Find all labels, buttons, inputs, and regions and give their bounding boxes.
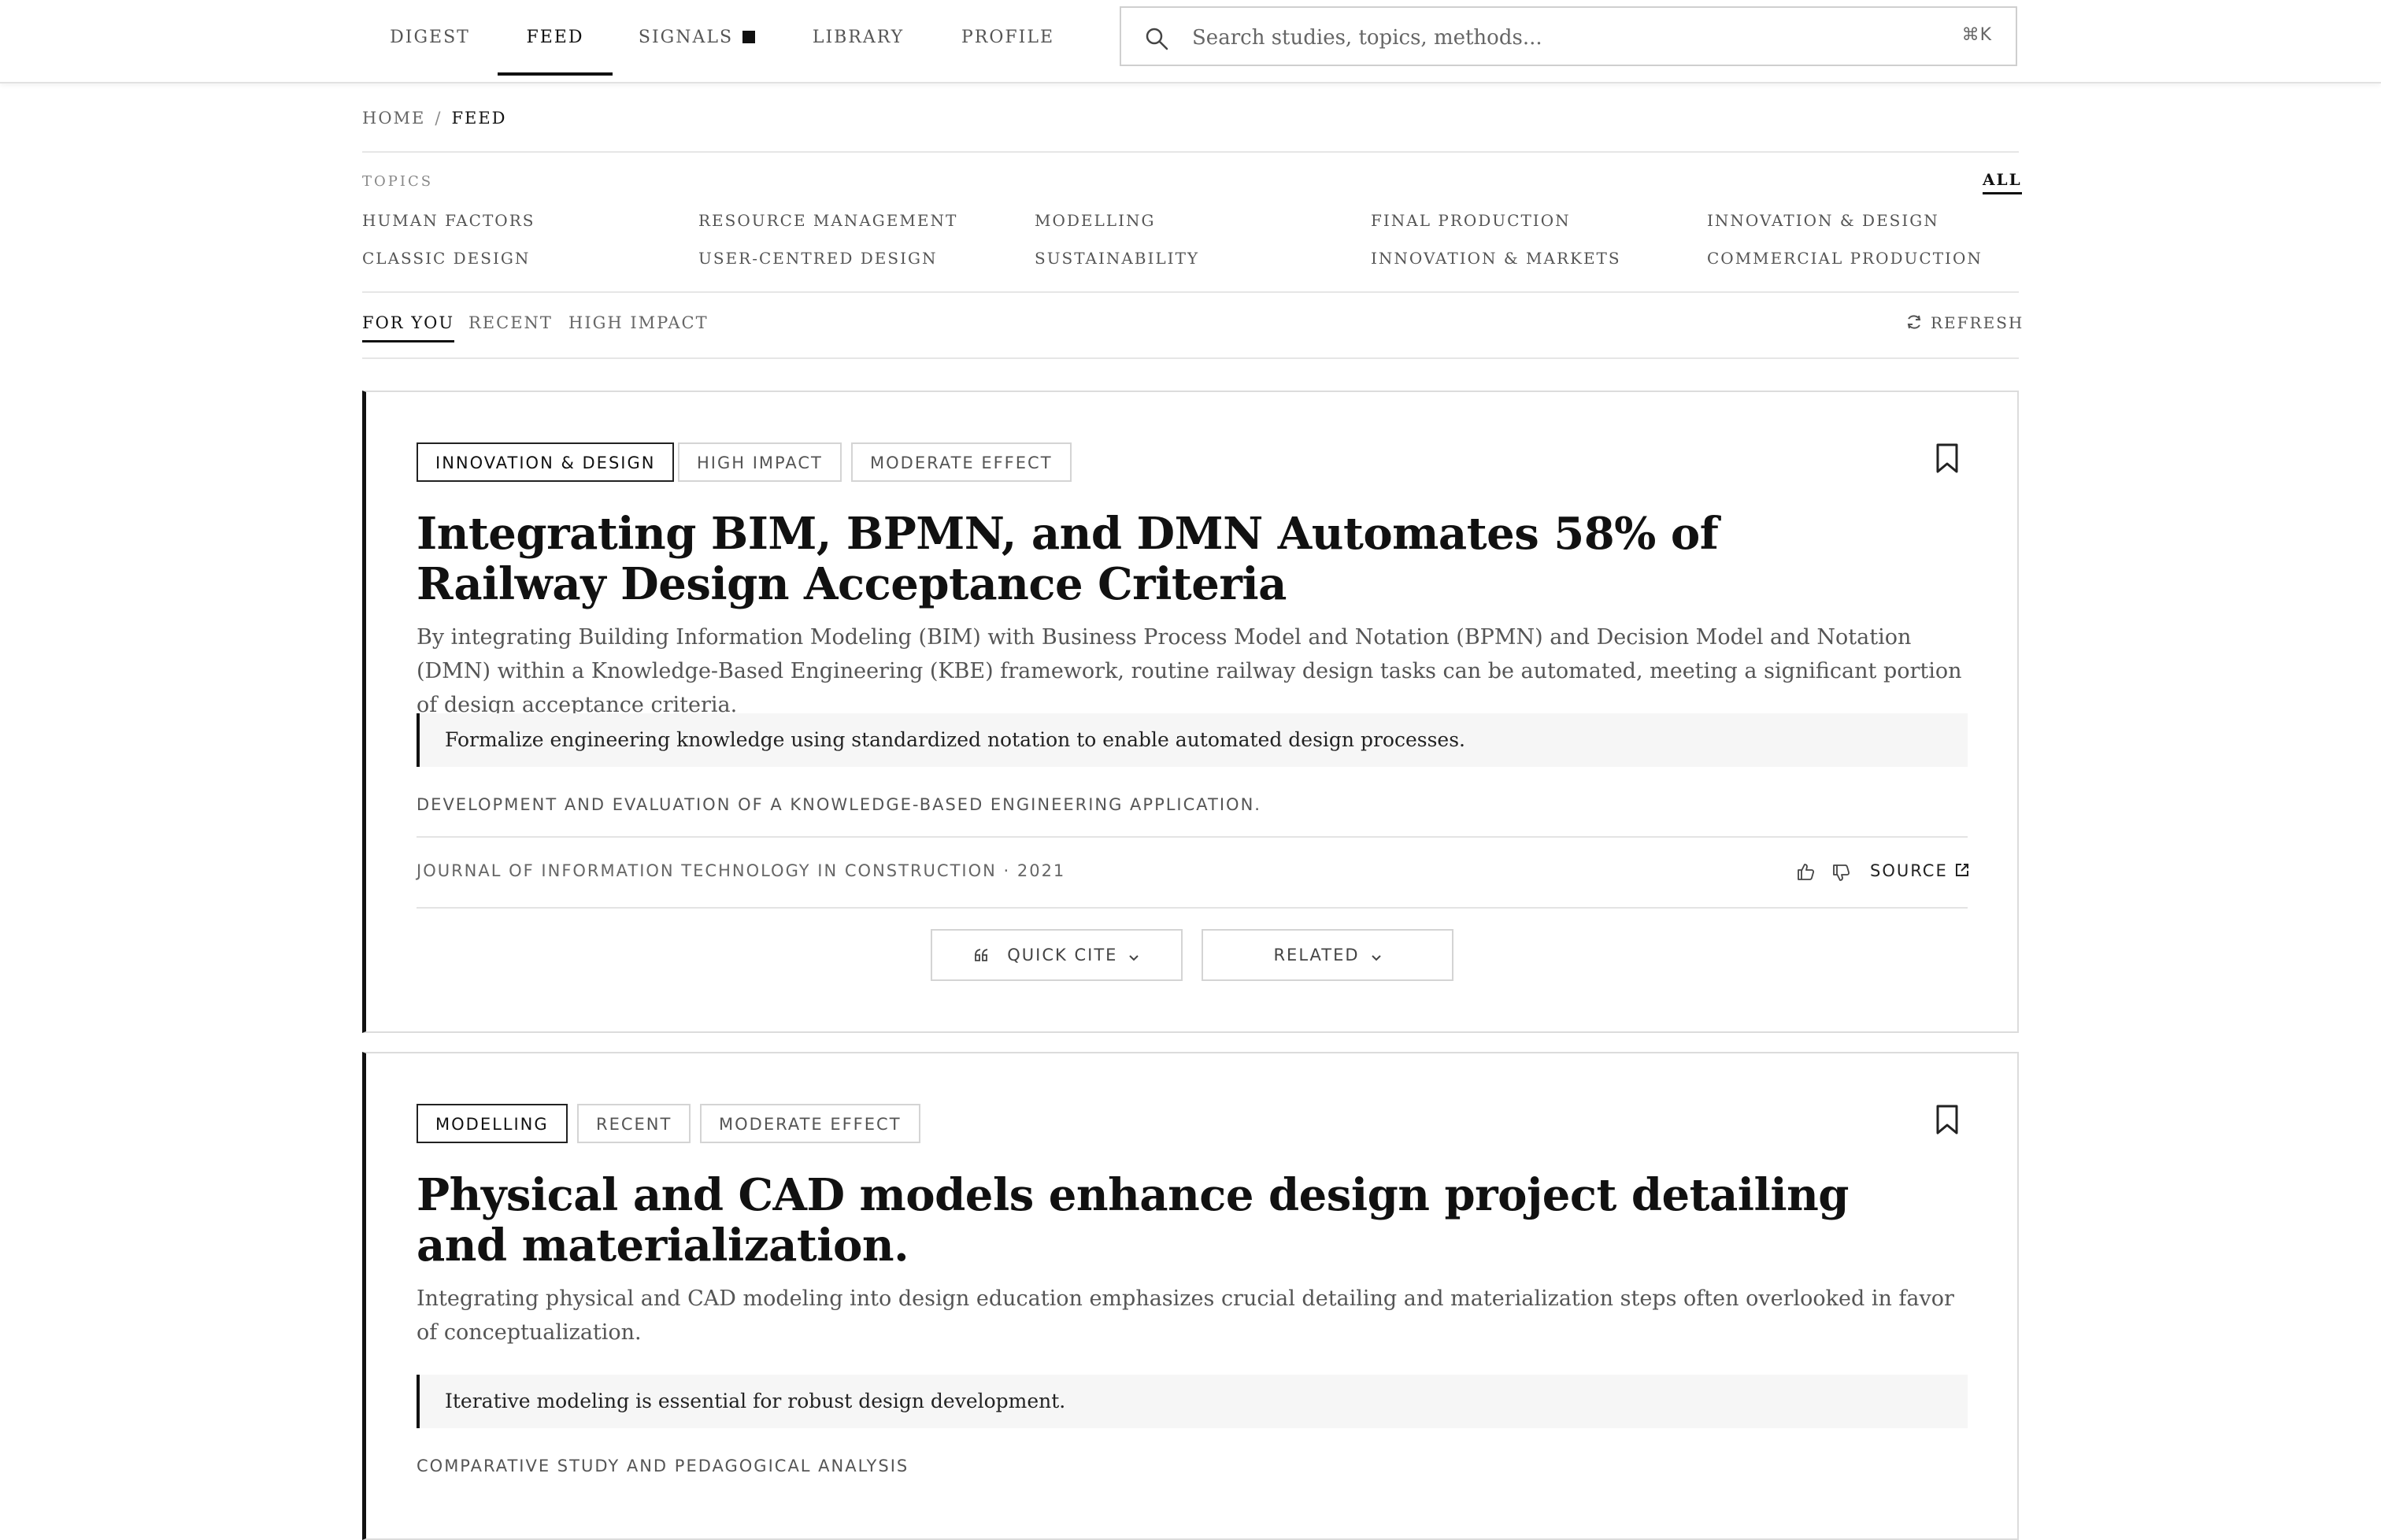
study-card: INNOVATION & DESIGN HIGH IMPACT MODERATE… (362, 391, 2019, 1033)
study-method: DEVELOPMENT AND EVALUATION OF A KNOWLEDG… (417, 795, 1261, 814)
topic-commercial-production[interactable]: COMMERCIAL PRODUCTION (1707, 249, 1983, 268)
signal-indicator-icon (742, 31, 756, 43)
topics-label: TOPICS (362, 173, 434, 190)
breadcrumb-current: FEED (451, 109, 507, 128)
tab-recent[interactable]: RECENT (468, 313, 553, 332)
quick-cite-button[interactable]: QUICK CITE (931, 929, 1183, 981)
breadcrumb: HOME / FEED (362, 109, 507, 128)
journal-info: JOURNAL OF INFORMATION TECHNOLOGY IN CON… (417, 861, 1066, 880)
topic-classic-design[interactable]: CLASSIC DESIGN (362, 249, 530, 268)
search-input[interactable] (1190, 19, 1887, 57)
bookmark-icon[interactable] (1934, 1104, 1961, 1135)
refresh-label: REFRESH (1931, 313, 2024, 332)
search-icon (1146, 28, 1168, 50)
top-navigation-bar: DIGEST FEED SIGNALS LIBRARY PROFILE ⌘K (0, 0, 2381, 83)
divider (362, 151, 2019, 153)
related-button[interactable]: RELATED (1202, 929, 1453, 981)
topics-all-link[interactable]: ALL (1983, 170, 2022, 194)
topic-innovation-markets[interactable]: INNOVATION & MARKETS (1371, 249, 1621, 268)
key-takeaway: Iterative modeling is essential for robu… (417, 1375, 1968, 1428)
divider (362, 291, 2019, 293)
recency-tag: RECENT (577, 1104, 691, 1143)
topic-human-factors[interactable]: HUMAN FACTORS (362, 211, 535, 230)
thumbs-down-icon[interactable] (1831, 863, 1851, 883)
related-label: RELATED (1273, 946, 1360, 964)
refresh-button[interactable]: REFRESH (1905, 313, 2024, 332)
card-divider (417, 836, 1968, 838)
nav-library[interactable]: LIBRARY (795, 0, 921, 76)
quote-icon (974, 949, 987, 961)
tab-high-impact[interactable]: HIGH IMPACT (568, 313, 709, 332)
source-label: SOURCE (1870, 861, 1948, 880)
effect-tag: MODERATE EFFECT (851, 442, 1072, 482)
breadcrumb-separator: / (435, 109, 443, 128)
effect-tag: MODERATE EFFECT (700, 1104, 920, 1143)
nav-digest[interactable]: DIGEST (370, 0, 490, 76)
topic-modelling[interactable]: MODELLING (1035, 211, 1155, 230)
topic-innovation-design[interactable]: INNOVATION & DESIGN (1707, 211, 1939, 230)
chevron-down-icon (1129, 955, 1139, 961)
external-link-icon (1955, 864, 1968, 876)
topic-resource-management[interactable]: RESOURCE MANAGEMENT (698, 211, 957, 230)
study-card: MODELLING RECENT MODERATE EFFECT Physica… (362, 1052, 2019, 1540)
bookmark-icon[interactable] (1934, 442, 1961, 474)
topic-final-production[interactable]: FINAL PRODUCTION (1371, 211, 1571, 230)
card-abstract: By integrating Building Information Mode… (417, 625, 1962, 717)
search-shortcut: ⌘K (1961, 25, 1992, 45)
card-divider (417, 907, 1968, 909)
topic-tag[interactable]: INNOVATION & DESIGN (417, 442, 675, 482)
nav-feed[interactable]: FEED (498, 0, 613, 76)
nav-profile[interactable]: PROFILE (945, 0, 1071, 76)
quick-cite-label: QUICK CITE (1007, 946, 1118, 964)
card-abstract: Integrating physical and CAD modeling in… (417, 1286, 1954, 1345)
card-title[interactable]: Integrating BIM, BPMN, and DMN Automates… (417, 509, 1913, 609)
refresh-icon (1907, 315, 1921, 329)
breadcrumb-home[interactable]: HOME (362, 109, 425, 128)
key-takeaway: Formalize engineering knowledge using st… (417, 713, 1968, 767)
chevron-down-icon (1371, 955, 1381, 961)
divider (362, 357, 2019, 359)
topic-tag[interactable]: MODELLING (417, 1104, 568, 1143)
tab-for-you[interactable]: FOR YOU (362, 313, 455, 342)
impact-tag: HIGH IMPACT (678, 442, 842, 482)
thumbs-up-icon[interactable] (1795, 861, 1816, 882)
source-link[interactable]: SOURCE (1870, 861, 1970, 880)
topic-user-centred-design[interactable]: USER-CENTRED DESIGN (698, 249, 937, 268)
topic-sustainability[interactable]: SUSTAINABILITY (1035, 249, 1199, 268)
study-method: COMPARATIVE STUDY AND PEDAGOGICAL ANALYS… (417, 1457, 909, 1475)
nav-signals-label: SIGNALS (638, 28, 734, 47)
nav-signals[interactable]: SIGNALS (622, 0, 772, 76)
card-title[interactable]: Physical and CAD models enhance design p… (417, 1170, 1913, 1271)
search-bar[interactable]: ⌘K (1120, 6, 2017, 66)
